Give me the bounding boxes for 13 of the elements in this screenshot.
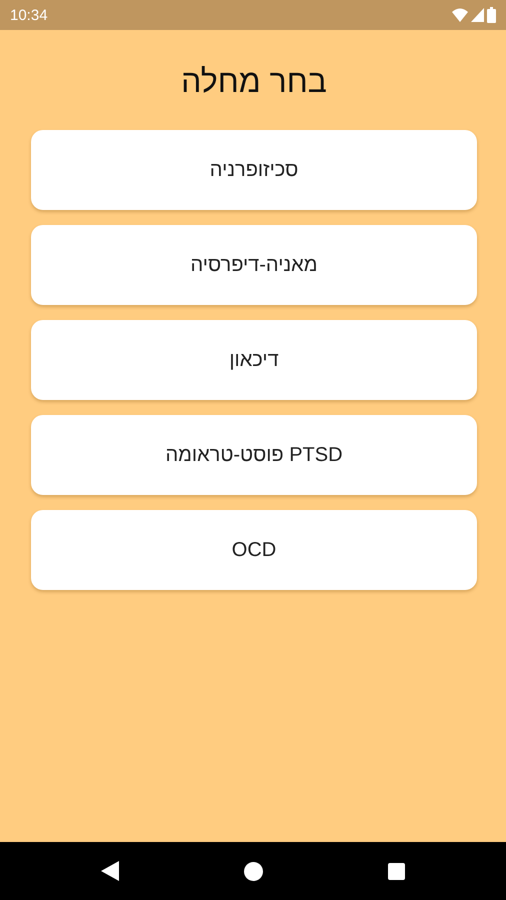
status-time: 10:34 <box>10 6 48 24</box>
disease-button[interactable]: דיכאון <box>31 320 477 400</box>
disease-button[interactable]: OCD <box>31 510 477 590</box>
screen-title: בחר מחלה <box>180 62 328 100</box>
disease-button[interactable]: סכיזופרניה <box>31 130 477 210</box>
battery-icon <box>487 7 496 23</box>
disease-button[interactable]: PTSD פוסט-טראומה <box>31 415 477 495</box>
home-icon[interactable] <box>244 862 263 880</box>
signal-icon <box>471 8 484 22</box>
recents-icon[interactable] <box>388 862 405 880</box>
disease-button[interactable]: מאניה-דיפרסיה <box>31 225 477 305</box>
back-icon[interactable] <box>101 861 119 881</box>
wifi-icon <box>452 8 468 22</box>
